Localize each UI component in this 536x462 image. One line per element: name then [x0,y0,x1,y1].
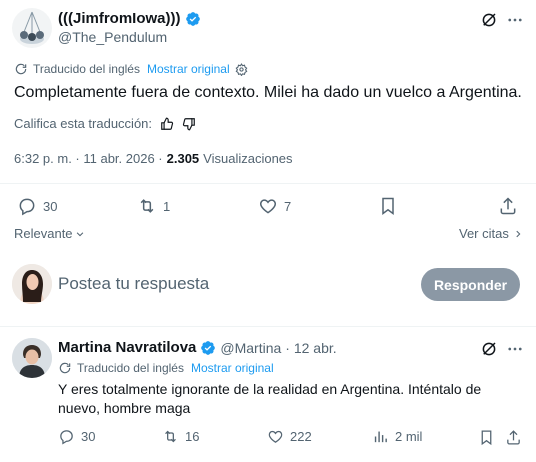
tweet-timestamp[interactable]: 6:32 p. m. · 11 abr. 2026 · [14,151,163,166]
reply-input[interactable]: Postea tu respuesta [58,274,209,294]
views-icon [372,428,389,445]
grok-icon[interactable] [478,338,500,360]
reply-reply-button[interactable]: 30 [58,428,95,445]
reply-like-count: 222 [290,429,312,444]
reply-icon [58,428,75,445]
thumbs-up-icon[interactable] [160,117,174,131]
verified-icon [200,340,216,356]
reply-views-count: 2 mil [395,429,423,444]
thumbs-down-icon[interactable] [182,117,196,131]
more-icon[interactable] [504,338,526,360]
tweet-avatar[interactable] [12,8,52,48]
repost-count: 1 [163,198,171,214]
repost-icon [137,196,157,216]
like-icon [267,428,284,445]
grok-icon[interactable] [478,9,500,31]
repost-button[interactable]: 1 [137,196,170,216]
chevron-down-icon [75,229,85,239]
reply-like-button[interactable]: 222 [267,428,312,445]
reply-author-name[interactable]: Martina Navratilova [58,339,196,356]
divider [0,326,536,327]
views-count: 2.305 [166,151,200,166]
reply-reply-count: 30 [81,429,96,444]
tweet-handle[interactable]: @The_Pendulum [58,29,167,45]
repost-icon [162,428,179,445]
show-original-link[interactable]: Mostrar original [147,62,230,76]
view-quotes-link[interactable]: Ver citas [459,226,523,241]
reply-views-button[interactable]: 2 mil [372,428,422,445]
rate-translation-label: Califica esta traducción: [14,116,153,131]
share-icon[interactable] [504,428,522,446]
reply-repost-count: 16 [185,429,200,444]
reply-date[interactable]: · 12 abr. [285,340,336,356]
like-button[interactable]: 7 [258,196,291,216]
reply-handle[interactable]: @Martina [220,340,281,356]
tweet-author-name[interactable]: (((JimfromIowa))) [58,10,181,27]
reply-icon [17,196,37,216]
translate-icon [14,62,28,76]
reply-translation-label: Traducido del inglés [77,361,184,375]
reply-avatar[interactable] [12,338,52,378]
reply-show-original-link[interactable]: Mostrar original [191,361,274,375]
like-icon [258,196,278,216]
reply-button[interactable]: 30 [17,196,57,216]
more-icon[interactable] [504,9,526,31]
bookmark-icon[interactable] [477,428,495,446]
reply-text: Y eres totalmente ignorante de la realid… [58,381,482,416]
views-label: Visualizaciones [203,151,293,166]
chevron-right-icon [513,229,523,239]
reply-submit-button[interactable]: Responder [421,268,520,301]
sort-relevant-label: Relevante [14,226,73,241]
verified-icon [185,11,201,27]
tweet-text: Completamente fuera de contexto. Milei h… [14,84,522,101]
translate-icon [58,361,72,375]
reply-count: 30 [43,198,58,214]
reply-repost-button[interactable]: 16 [162,428,199,445]
translation-label: Traducido del inglés [33,62,140,76]
bookmark-icon[interactable] [378,196,398,216]
divider [0,183,536,184]
view-quotes-label: Ver citas [459,226,509,241]
pendulum-logo-icon [20,11,44,44]
sort-relevant-dropdown[interactable]: Relevante [14,226,85,241]
settings-icon[interactable] [235,62,248,76]
composer-avatar [12,264,52,304]
like-count: 7 [284,198,292,214]
share-icon[interactable] [498,196,518,216]
